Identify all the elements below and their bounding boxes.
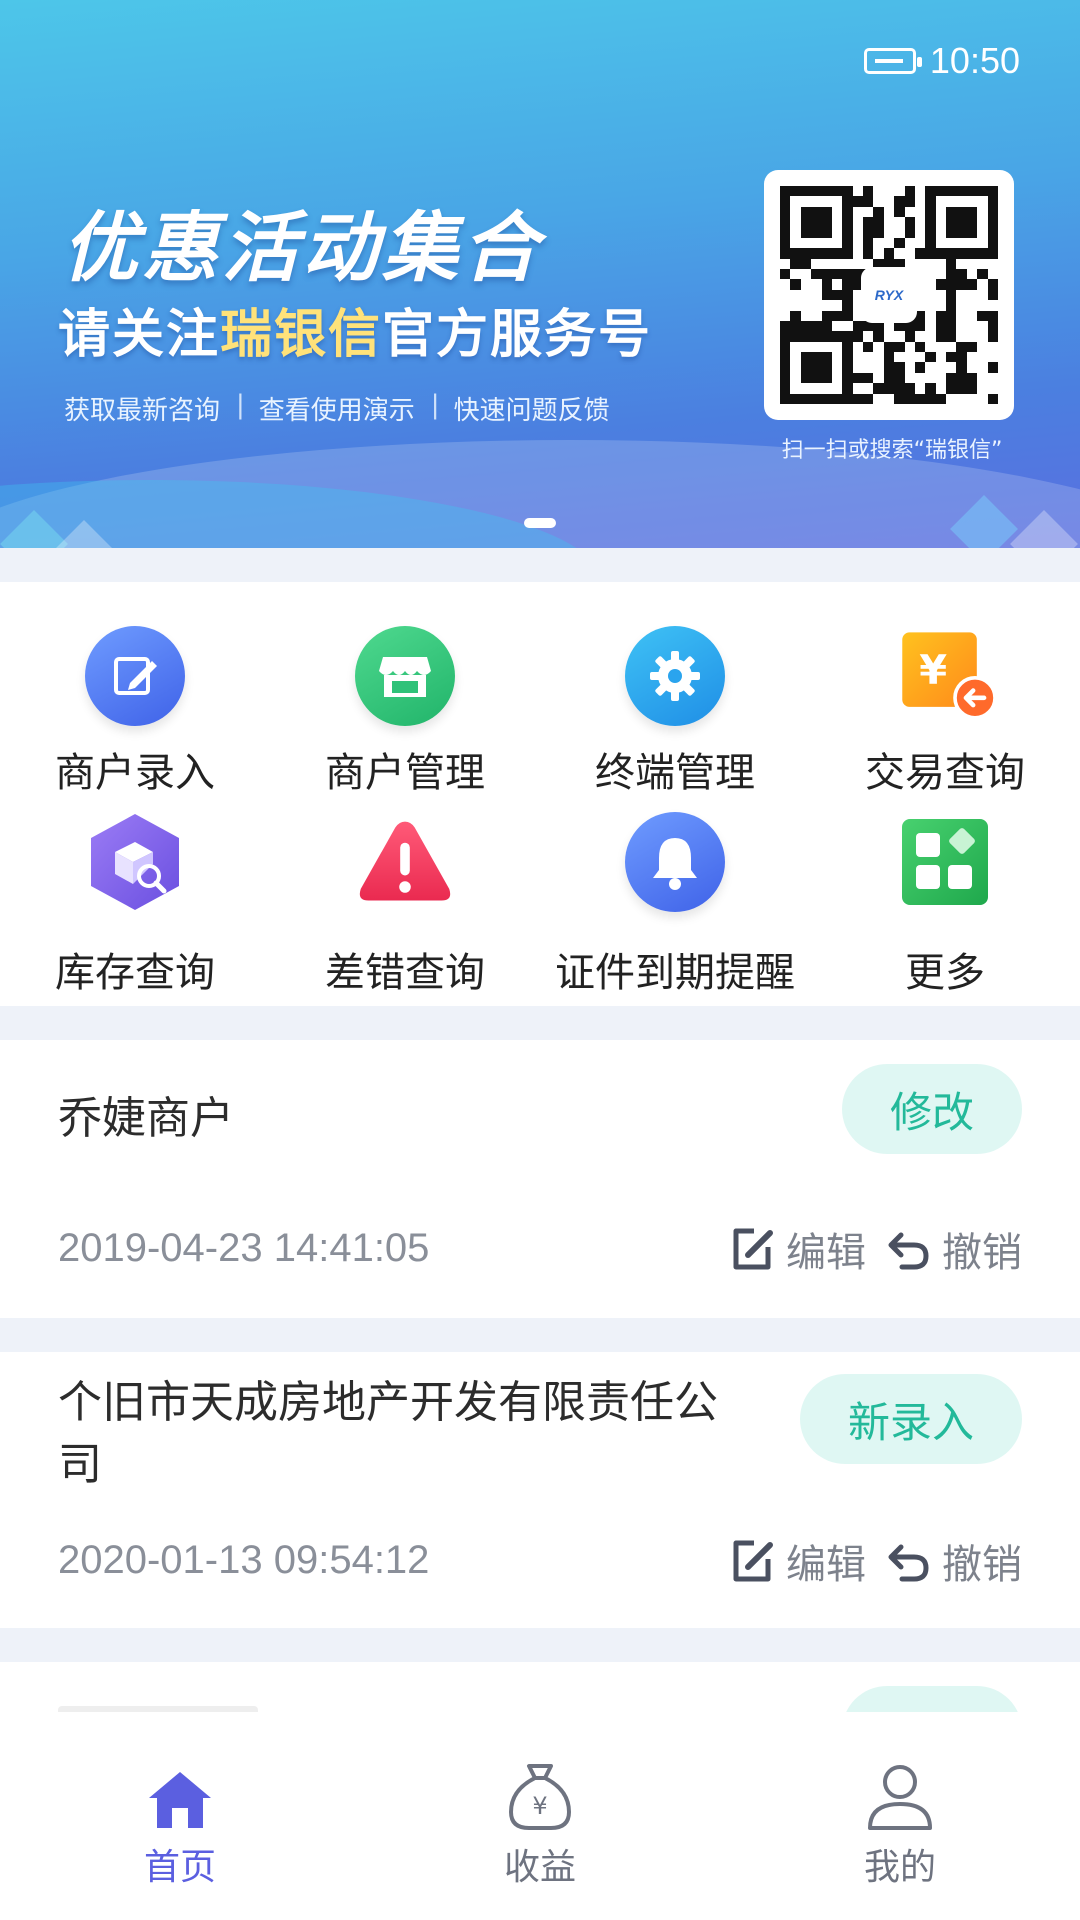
tag-divider: |	[236, 390, 245, 420]
qr-caption: 扫一扫或搜索“瑞银信”	[781, 438, 1003, 463]
menu-item-label: 差错查询	[325, 950, 485, 996]
edit-label: 编辑	[786, 1542, 866, 1588]
banner-tag: 获取最新咨询	[64, 396, 221, 426]
bell-icon	[625, 812, 725, 912]
tab-earnings[interactable]: ¥ 收益	[440, 1752, 640, 1890]
carousel-indicator	[524, 518, 556, 528]
function-grid: 商户录入 商户管理 终端管理 ¥ 交易查询 库存查询 差错查询 证件到期提醒 更…	[0, 582, 1080, 1006]
inventory-search-icon	[85, 812, 185, 912]
banner-title: 优惠活动集合	[62, 203, 542, 292]
edit-button[interactable]: 编辑	[728, 1220, 866, 1278]
battery-icon	[863, 48, 922, 74]
menu-item-merchant-entry[interactable]: 商户录入	[0, 582, 270, 796]
menu-item-inventory-query[interactable]: 库存查询	[0, 794, 270, 996]
menu-item-license-expiry-reminder[interactable]: 证件到期提醒	[540, 794, 810, 996]
qr-code: RYX	[764, 170, 1014, 420]
gear-icon	[625, 626, 725, 726]
banner-brand-highlight: 瑞银信	[220, 305, 383, 365]
status-badge-partial	[842, 1686, 1022, 1712]
menu-item-label: 交易查询	[865, 750, 1025, 796]
yuan-exchange-icon: ¥	[895, 626, 995, 726]
edit-button[interactable]: 编辑	[728, 1532, 866, 1590]
menu-item-label: 终端管理	[595, 750, 755, 796]
tab-home[interactable]: 首页	[80, 1752, 280, 1890]
edit-icon	[733, 1228, 773, 1270]
tag-divider: |	[430, 390, 440, 420]
user-icon	[800, 1752, 1000, 1832]
grid-icon	[895, 812, 995, 912]
svg-text:¥: ¥	[532, 1792, 547, 1820]
menu-item-error-query[interactable]: 差错查询	[270, 794, 540, 996]
section-divider	[0, 1318, 1080, 1352]
banner-tag: 快速问题反馈	[453, 396, 610, 426]
edit-icon	[85, 626, 185, 726]
merchant-record-card-partial[interactable]	[0, 1662, 1080, 1712]
menu-item-label: 商户录入	[55, 750, 215, 796]
record-actions: 编辑 撤销	[728, 1532, 1022, 1590]
edit-label: 编辑	[786, 1230, 866, 1276]
record-timestamp: 2020-01-13 09:54:12	[58, 1538, 430, 1582]
qr-logo: RYX	[864, 270, 914, 320]
menu-item-label: 更多	[905, 950, 985, 996]
promo-banner[interactable]: 10:50 优惠活动集合 请关注瑞银信官方服务号 获取最新咨询 | 查看使用演示…	[0, 0, 1080, 548]
svg-text:¥: ¥	[919, 647, 947, 693]
home-icon	[80, 1752, 280, 1832]
status-time: 10:50	[929, 40, 1020, 81]
menu-item-merchant-management[interactable]: 商户管理	[270, 582, 540, 796]
store-icon	[355, 626, 455, 726]
section-divider	[0, 1006, 1080, 1040]
edit-icon	[733, 1540, 773, 1582]
menu-item-transaction-query[interactable]: ¥ 交易查询	[810, 582, 1080, 796]
merchant-name-line: 司	[58, 1439, 102, 1490]
undo-icon	[888, 1544, 929, 1582]
status-badge-new-entry[interactable]: 新录入	[800, 1374, 1022, 1464]
banner-subtitle: 请关注瑞银信官方服务号	[58, 292, 652, 367]
status-bar: 10:50	[863, 40, 1020, 82]
tab-mine[interactable]: 我的	[800, 1752, 1000, 1890]
merchant-name-line: 个旧市天成房地产开发有限责任公	[58, 1377, 718, 1428]
bottom-tab-bar: 首页 ¥ 收益 我的	[0, 1712, 1080, 1920]
revoke-button[interactable]: 撤销	[884, 1220, 1022, 1278]
merchant-record-card[interactable]: 个旧市天成房地产开发有限责任公 司 新录入 2020-01-13 09:54:1…	[0, 1352, 1080, 1628]
section-divider	[0, 1628, 1080, 1662]
status-badge-modify[interactable]: 修改	[842, 1064, 1022, 1154]
tab-label: 收益	[503, 1847, 576, 1888]
menu-item-label: 库存查询	[55, 950, 215, 996]
menu-item-label: 证件到期提醒	[555, 950, 795, 996]
merchant-record-card[interactable]: 乔婕商户 修改 2019-04-23 14:41:05 编辑 撤销	[0, 1040, 1080, 1318]
merchant-name: 个旧市天成房地产开发有限责任公 司	[58, 1372, 798, 1496]
revoke-button[interactable]: 撤销	[884, 1532, 1022, 1590]
menu-item-label: 商户管理	[325, 750, 485, 796]
banner-subtitle-prefix: 请关注	[58, 305, 221, 365]
banner-subtitle-suffix: 官方服务号	[382, 305, 653, 365]
tab-label: 我的	[863, 1847, 936, 1888]
menu-item-more[interactable]: 更多	[810, 794, 1080, 996]
menu-item-terminal-management[interactable]: 终端管理	[540, 582, 810, 796]
banner-tag: 查看使用演示	[258, 396, 415, 426]
undo-icon	[888, 1232, 929, 1270]
revoke-label: 撤销	[942, 1542, 1022, 1588]
section-divider	[0, 548, 1080, 582]
revoke-label: 撤销	[942, 1230, 1022, 1276]
money-bag-icon: ¥	[440, 1752, 640, 1832]
tab-label: 首页	[143, 1847, 216, 1888]
banner-tags: 获取最新咨询 | 查看使用演示 | 快速问题反馈	[64, 390, 626, 427]
merchant-name: 乔婕商户	[58, 1093, 234, 1144]
warning-icon	[355, 812, 455, 912]
record-actions: 编辑 撤销	[728, 1220, 1022, 1278]
record-timestamp: 2019-04-23 14:41:05	[58, 1226, 430, 1270]
